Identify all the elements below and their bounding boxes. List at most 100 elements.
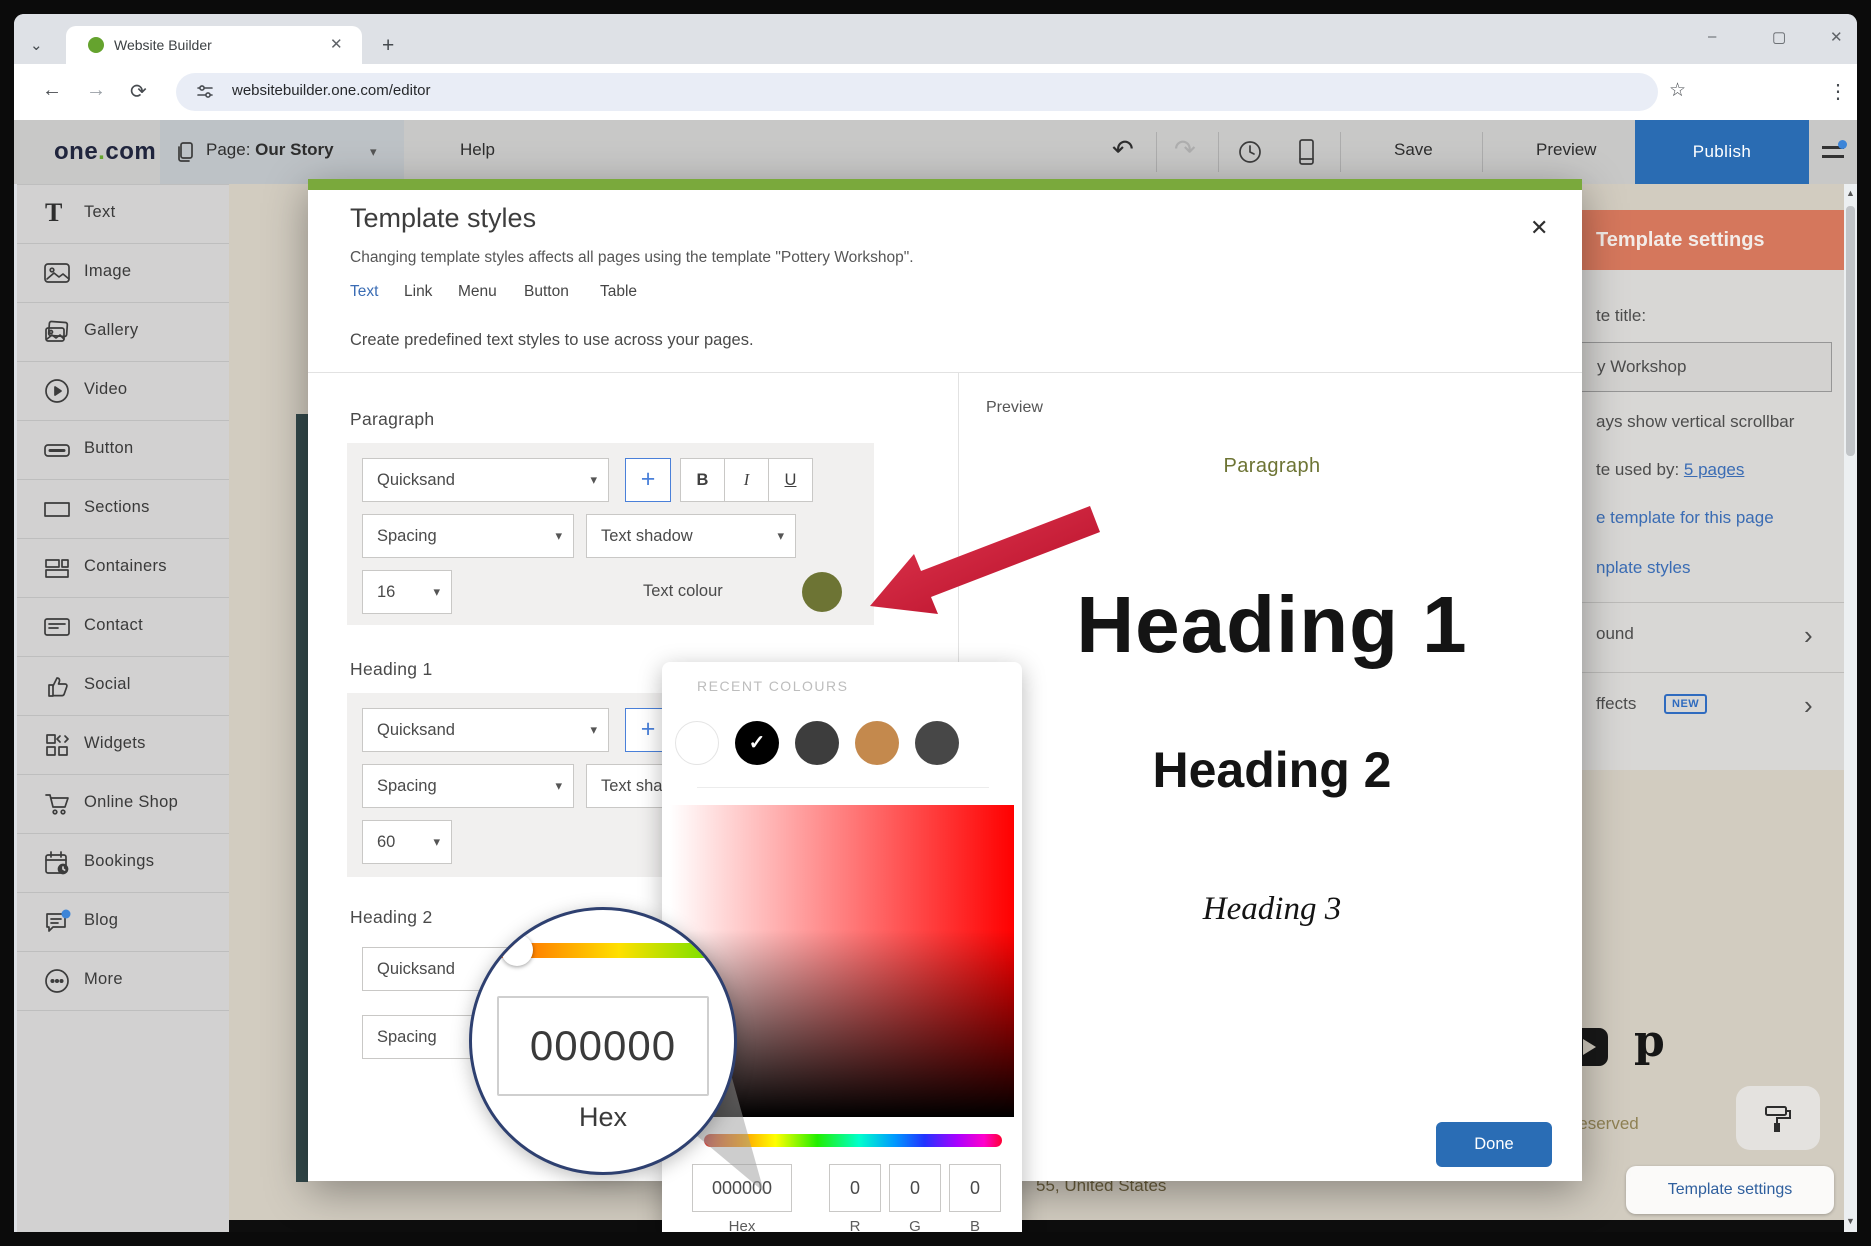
tab-strip: ⌄ Website Builder ✕ + – ▢ ✕ [14,14,1857,64]
paragraph-style-panel: Quicksand▾ + B I U Spacing▾ Text shadow▾… [347,443,874,625]
colour-swatch[interactable] [915,721,959,765]
publish-button[interactable]: Publish [1635,120,1809,184]
tab-text[interactable]: Text [350,283,378,301]
forward-icon[interactable]: → [86,79,106,102]
add-style-button[interactable]: + [625,458,671,502]
underline-button[interactable]: U [768,458,813,502]
blue-input-label: B [949,1218,1001,1232]
page-scrollbar[interactable]: ▲ ▼ [1844,184,1857,1232]
tab-table[interactable]: Table [600,283,637,301]
sidebar-item-containers[interactable]: Containers [17,539,229,598]
contact-icon [43,613,71,641]
heading1-spacing-select[interactable]: Spacing▾ [362,764,574,808]
sidebar-item-social[interactable]: Social [17,657,229,716]
pinterest-icon[interactable]: p [1634,1016,1665,1067]
sidebar-item-online-shop[interactable]: Online Shop [17,775,229,834]
sidebar-item-bookings[interactable]: Bookings [17,834,229,893]
colour-swatch[interactable] [675,721,719,765]
sidebar-item-contact[interactable]: Contact [17,598,229,657]
chevron-right-icon: › [1804,690,1813,721]
tab-button[interactable]: Button [524,283,569,301]
text-icon: T [45,198,62,228]
chevron-down-icon: ▾ [433,821,440,863]
sidebar-item-blog[interactable]: Blog [17,893,229,952]
page-selector[interactable]: Page: Our Story ▾ [160,120,404,184]
colour-swatch-selected[interactable]: ✓ [735,721,779,765]
undo-icon[interactable]: ↶ [1112,134,1134,165]
modal-title: Template styles [350,203,536,234]
tab-menu[interactable]: Menu [458,283,497,301]
red-input[interactable]: 0 [829,1164,881,1212]
browser-menu-icon[interactable]: ⋮ [1828,79,1848,104]
help-button[interactable]: Help [460,140,495,160]
calendar-clock-icon [43,849,71,877]
sidebar-item-more[interactable]: More [17,952,229,1011]
paragraph-spacing-select[interactable]: Spacing▾ [362,514,574,558]
mobile-preview-icon[interactable] [1292,137,1320,167]
template-styles-link[interactable]: nplate styles [1596,558,1691,578]
sidebar-item-gallery[interactable]: Gallery [17,303,229,362]
colour-swatch[interactable] [795,721,839,765]
paragraph-size-select[interactable]: 16▾ [362,570,452,614]
sidebar-item-text[interactable]: T Text [17,185,229,244]
scrollbar-thumb[interactable] [1846,206,1855,456]
window-close-button[interactable]: ✕ [1830,28,1843,46]
green-input[interactable]: 0 [889,1164,941,1212]
paragraph-colour-swatch[interactable] [802,572,842,612]
sections-icon [43,495,71,523]
preview-button[interactable]: Preview [1536,140,1596,160]
sidebar-item-widgets[interactable]: Widgets [17,716,229,775]
address-bar[interactable]: websitebuilder.one.com/editor [176,73,1658,111]
site-title-input[interactable]: y Workshop [1580,342,1832,392]
modal-close-icon[interactable]: ✕ [1530,215,1548,241]
change-template-link[interactable]: e template for this page [1596,508,1774,528]
window-maximize-button[interactable]: ▢ [1772,28,1786,46]
design-panel-button[interactable] [1736,1086,1820,1150]
preview-label: Preview [986,399,1043,417]
tab-link[interactable]: Link [404,283,432,301]
one-com-logo: one.com [54,138,156,166]
paragraph-shadow-select[interactable]: Text shadow▾ [586,514,796,558]
sidebar-item-button[interactable]: Button [17,421,229,480]
background-row[interactable]: ound › [1568,602,1844,672]
scroll-up-icon[interactable]: ▲ [1844,188,1857,198]
browser-tab[interactable]: Website Builder ✕ [66,26,362,64]
chevron-down-icon: ▾ [590,459,597,501]
blue-input[interactable]: 0 [949,1164,1001,1212]
sidebar-item-sections[interactable]: Sections [17,480,229,539]
done-button[interactable]: Done [1436,1122,1552,1167]
recent-colours-label: RECENT COLOURS [697,678,848,694]
modal-accent-bar [308,179,1582,190]
used-by-pages-link[interactable]: 5 pages [1684,460,1745,479]
bookmark-star-icon[interactable]: ☆ [1669,79,1686,102]
window-minimize-button[interactable]: – [1708,28,1716,45]
scrollbar-option-label: ays show vertical scrollbar [1596,412,1794,432]
heading1-font-select[interactable]: Quicksand▾ [362,708,609,752]
history-icon[interactable] [1236,138,1264,166]
save-button[interactable]: Save [1394,140,1433,160]
heading1-size-select[interactable]: 60▾ [362,820,452,864]
template-settings-button[interactable]: Template settings [1626,1166,1834,1214]
redo-icon[interactable]: ↷ [1174,134,1196,165]
sidebar-item-video[interactable]: Video [17,362,229,421]
widgets-icon [43,731,71,759]
tab-search-icon[interactable]: ⌄ [30,36,43,54]
modal-subtitle: Changing template styles affects all pag… [350,249,914,267]
page-selector-label: Page: Our Story [206,140,334,160]
back-icon[interactable]: ← [42,79,62,102]
sidebar-item-image[interactable]: Image [17,244,229,303]
video-play-icon [43,377,71,405]
reload-icon[interactable]: ⟳ [130,79,147,104]
new-tab-button[interactable]: + [382,34,394,58]
modal-intro-text: Create predefined text styles to use acr… [350,331,754,350]
effects-row[interactable]: ffects NEW › [1568,672,1844,742]
tab-close-icon[interactable]: ✕ [330,35,343,53]
italic-button[interactable]: I [724,458,769,502]
red-arrow-annotation [854,484,1114,634]
bold-button[interactable]: B [680,458,725,502]
colour-swatch[interactable] [855,721,899,765]
used-by-label: te used by: 5 pages [1596,460,1744,480]
paragraph-font-select[interactable]: Quicksand▾ [362,458,609,502]
more-icon [43,967,71,995]
scroll-down-icon[interactable]: ▼ [1844,1216,1857,1226]
